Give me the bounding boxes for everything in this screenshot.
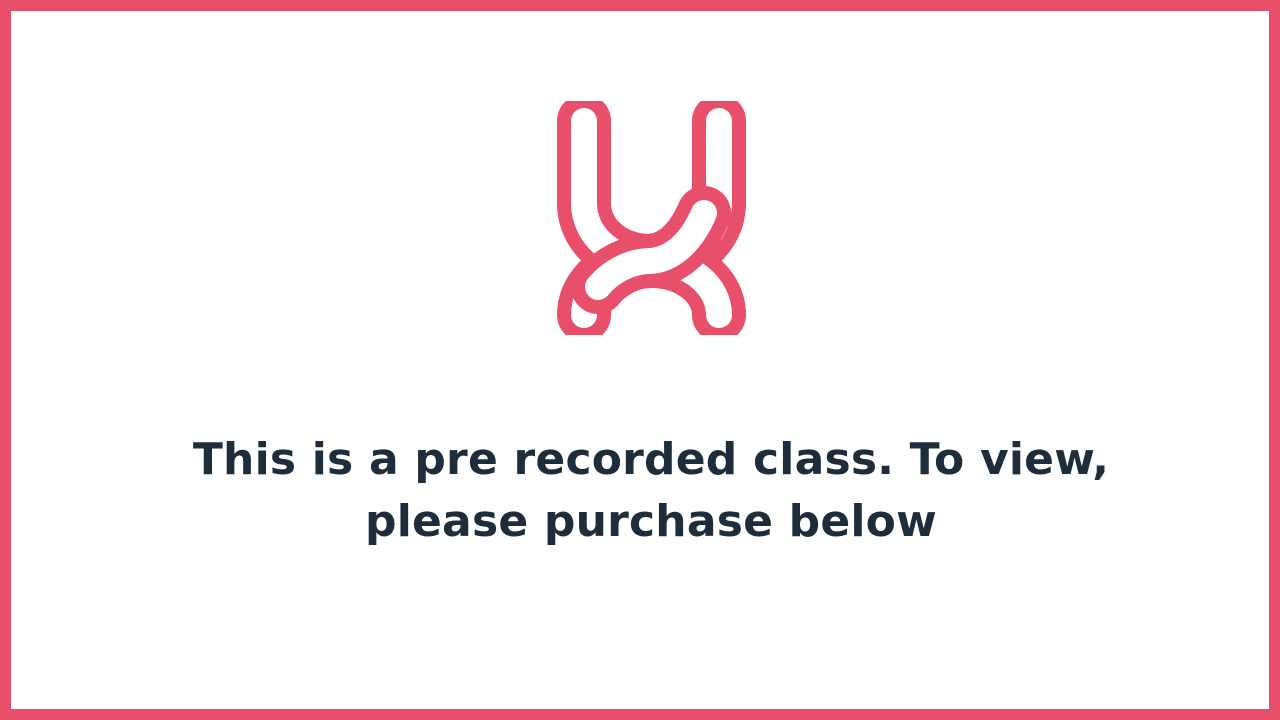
locked-video-frame: This is a pre recorded class. To view, p…: [0, 0, 1280, 720]
message-line-2: please purchase below: [365, 496, 937, 547]
message-line-1: This is a pre recorded class. To view,: [192, 434, 1110, 485]
brand-logo-icon: [557, 101, 746, 335]
pre-recorded-class-message: This is a pre recorded class. To view, p…: [71, 429, 1231, 553]
